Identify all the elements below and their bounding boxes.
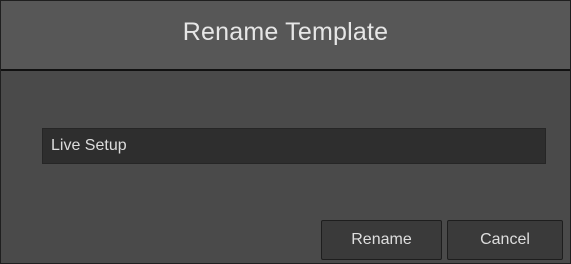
template-name-input[interactable] <box>42 128 546 164</box>
rename-button[interactable]: Rename <box>321 220 442 260</box>
dialog-title: Rename Template <box>182 17 389 46</box>
cancel-button[interactable]: Cancel <box>447 220 563 260</box>
dialog-titlebar: Rename Template <box>1 1 570 71</box>
rename-template-dialog: Rename Template Rename Cancel <box>0 0 571 264</box>
